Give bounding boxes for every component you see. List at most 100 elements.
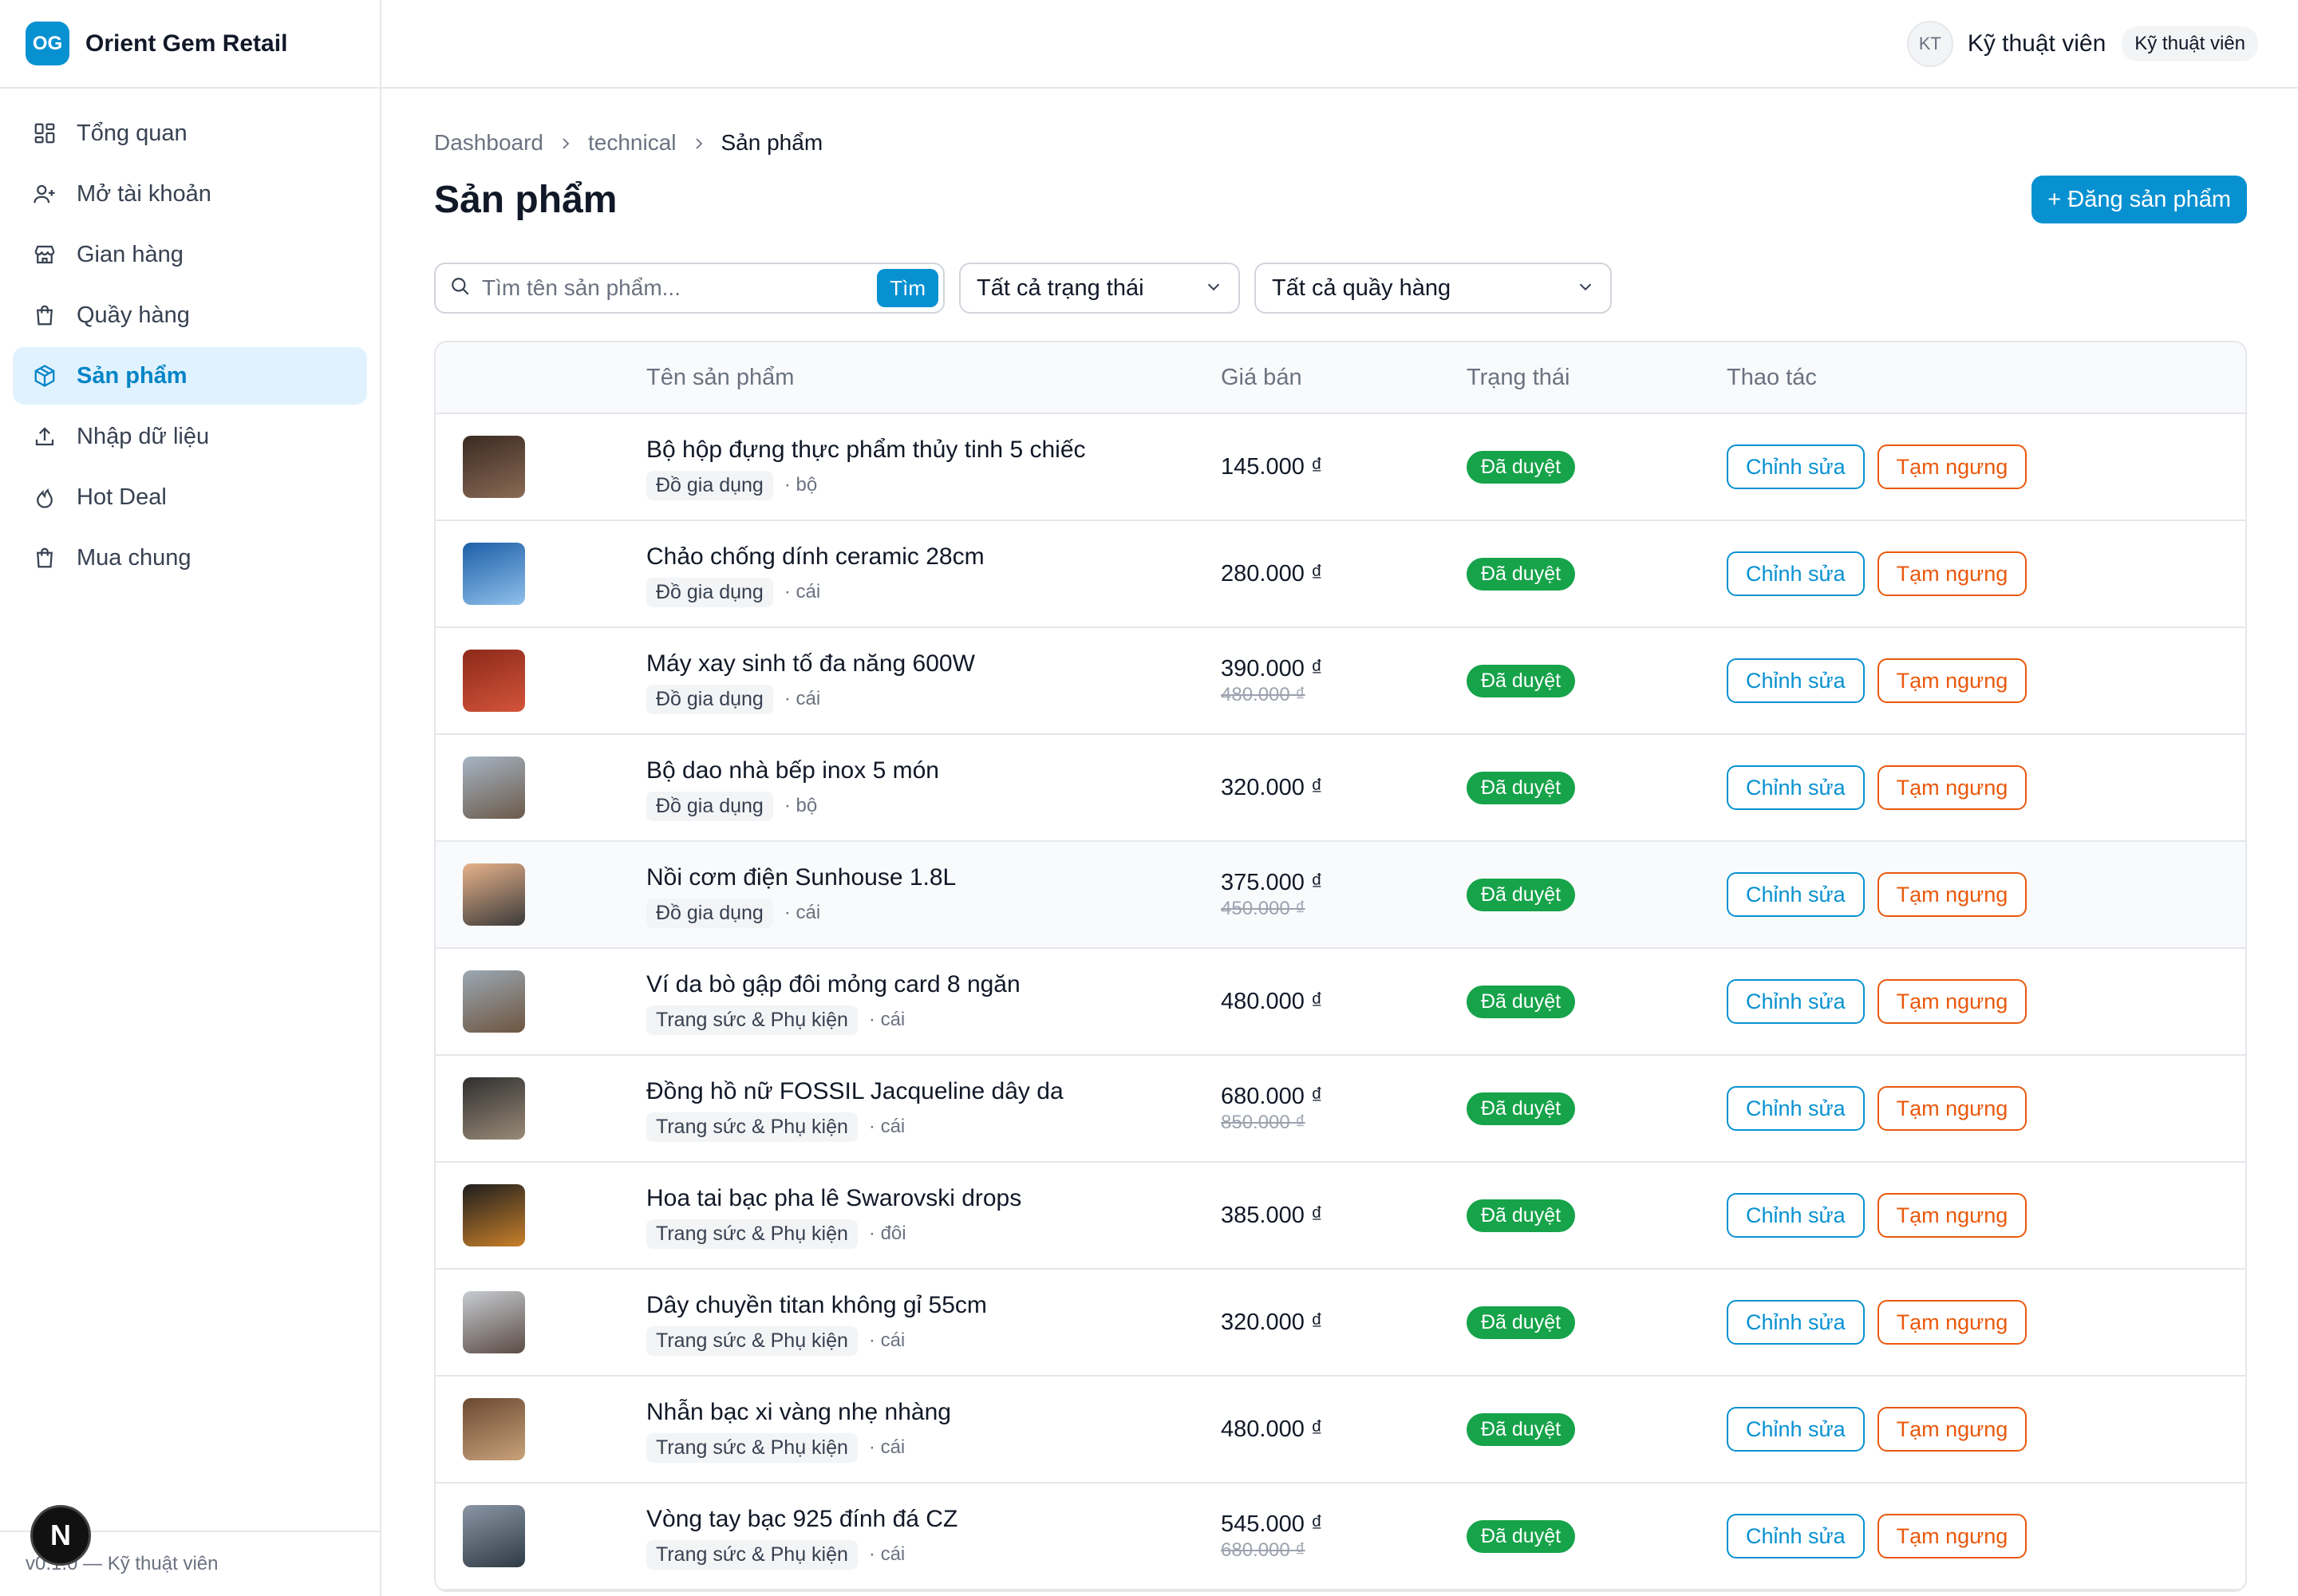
flame-icon: [32, 484, 57, 510]
product-name[interactable]: Nhẫn bạc xi vàng nhẹ nhàng: [646, 1396, 1221, 1428]
edit-button[interactable]: Chỉnh sửa: [1727, 551, 1865, 596]
unit-label: · cái: [784, 581, 821, 602]
edit-button[interactable]: Chỉnh sửa: [1727, 658, 1865, 703]
pause-button[interactable]: Tạm ngưng: [1877, 1407, 2028, 1452]
pause-button[interactable]: Tạm ngưng: [1877, 1086, 2028, 1131]
search-input[interactable]: [482, 275, 878, 301]
product-name[interactable]: Vòng tay bạc 925 đính đá CZ: [646, 1503, 1221, 1535]
edit-button[interactable]: Chỉnh sửa: [1727, 1193, 1865, 1238]
actions-cell: Chỉnh sửa Tạm ngưng: [1727, 1300, 2245, 1345]
pause-button[interactable]: Tạm ngưng: [1877, 872, 2028, 917]
name-cell: Máy xay sinh tố đa năng 600W Đồ gia dụng ·…: [646, 648, 1221, 714]
product-meta: Đồ gia dụng · cái: [646, 898, 1221, 928]
product-thumbnail: [463, 1184, 525, 1246]
sidebar-item-hot-deal[interactable]: Hot Deal: [13, 468, 367, 526]
shopping-bag-icon: [32, 302, 57, 328]
dev-tools-badge[interactable]: N: [30, 1505, 91, 1566]
pause-button[interactable]: Tạm ngưng: [1877, 658, 2028, 703]
status-select[interactable]: Tất cả trạng thái: [959, 263, 1240, 314]
price-cell: 480.000 ₫: [1221, 989, 1467, 1015]
pause-button[interactable]: Tạm ngưng: [1877, 979, 2028, 1024]
sidebar-item-label: Quầy hàng: [77, 302, 190, 328]
product-meta: Đồ gia dụng · bộ: [646, 470, 1221, 500]
sidebar-item-overview[interactable]: Tổng quan: [13, 105, 367, 162]
product-name[interactable]: Đồng hồ nữ FOSSIL Jacqueline dây da: [646, 1076, 1221, 1108]
edit-button[interactable]: Chỉnh sửa: [1727, 979, 1865, 1024]
breadcrumb-current: Sản phẩm: [721, 130, 823, 155]
status-cell: Đã duyệt: [1467, 557, 1727, 591]
actions-cell: Chỉnh sửa Tạm ngưng: [1727, 1086, 2245, 1131]
product-name[interactable]: Bộ hộp đựng thực phẩm thủy tinh 5 chiếc: [646, 434, 1221, 466]
chevron-down-icon: [1205, 275, 1222, 302]
product-name[interactable]: Ví da bò gập đôi mỏng card 8 ngăn: [646, 969, 1221, 1001]
product-name[interactable]: Dây chuyền titan không gỉ 55cm: [646, 1290, 1221, 1321]
breadcrumb-dashboard[interactable]: Dashboard: [434, 130, 543, 156]
thumbnail-cell: [436, 1184, 646, 1246]
table-row: Đồng hồ nữ FOSSIL Jacqueline dây da Trang…: [436, 1056, 2245, 1163]
product-thumbnail: [463, 1077, 525, 1140]
edit-button[interactable]: Chỉnh sửa: [1727, 1300, 1865, 1345]
pause-button[interactable]: Tạm ngưng: [1877, 1193, 2028, 1238]
edit-button[interactable]: Chỉnh sửa: [1727, 765, 1865, 810]
brand[interactable]: OG Orient Gem Retail: [0, 0, 380, 89]
table-row: Bộ hộp đựng thực phẩm thủy tinh 5 chiếc Đ…: [436, 414, 2245, 521]
thumbnail-cell: [436, 436, 646, 498]
brand-name: Orient Gem Retail: [85, 30, 288, 57]
sidebar-item-group-buy[interactable]: Mua chung: [13, 529, 367, 587]
brand-logo: OG: [26, 22, 69, 65]
pause-button[interactable]: Tạm ngưng: [1877, 551, 2028, 596]
table-row: Nhẫn bạc xi vàng nhẹ nhàng Trang sức & Ph…: [436, 1377, 2245, 1483]
product-name[interactable]: Hoa tai bạc pha lê Swarovski drops: [646, 1183, 1221, 1215]
product-name[interactable]: Máy xay sinh tố đa năng 600W: [646, 648, 1221, 680]
unit-label: · cái: [784, 902, 821, 923]
store-icon: [32, 242, 57, 267]
product-name[interactable]: Nồi cơm điện Sunhouse 1.8L: [646, 862, 1221, 894]
pause-button[interactable]: Tạm ngưng: [1877, 444, 2028, 489]
edit-button[interactable]: Chỉnh sửa: [1727, 444, 1865, 489]
top-header: KT Kỹ thuật viên Kỹ thuật viên: [381, 0, 2298, 89]
pause-button[interactable]: Tạm ngưng: [1877, 765, 2028, 810]
role-badge: Kỹ thuật viên: [2122, 26, 2258, 61]
thumbnail-cell: [436, 863, 646, 926]
header-price: Giá bán: [1221, 364, 1302, 390]
edit-button[interactable]: Chỉnh sửa: [1727, 1086, 1865, 1131]
chevron-down-icon: [1577, 275, 1594, 302]
title-row: Sản phẩm + Đăng sản phẩm: [434, 172, 2247, 227]
product-meta: Đồ gia dụng · bộ: [646, 791, 1221, 821]
thumbnail-cell: [436, 1505, 646, 1567]
unit-label: · cái: [868, 1009, 906, 1030]
edit-button[interactable]: Chỉnh sửa: [1727, 872, 1865, 917]
breadcrumb-technical[interactable]: technical: [588, 130, 677, 156]
status-badge: Đã duyệt: [1467, 771, 1576, 804]
edit-button[interactable]: Chỉnh sửa: [1727, 1407, 1865, 1452]
unit-label: · cái: [868, 1543, 906, 1565]
table-row: Vòng tay bạc 925 đính đá CZ Trang sức & P…: [436, 1483, 2245, 1590]
sidebar-item-open-account[interactable]: Mở tài khoản: [13, 165, 367, 223]
product-meta: Trang sức & Phụ kiện · cái: [646, 1112, 1221, 1142]
sidebar-item-products[interactable]: Sản phẩm: [13, 347, 367, 405]
sidebar-item-counters[interactable]: Quầy hàng: [13, 286, 367, 344]
booth-select[interactable]: Tất cả quầy hàng: [1254, 263, 1612, 314]
product-meta: Đồ gia dụng · cái: [646, 684, 1221, 714]
product-meta: Trang sức & Phụ kiện · cái: [646, 1005, 1221, 1035]
category-tag: Đồ gia dụng: [646, 684, 773, 714]
header-name: Tên sản phẩm: [646, 364, 795, 390]
user-plus-icon: [32, 181, 57, 207]
add-product-button[interactable]: + Đăng sản phẩm: [2031, 176, 2247, 223]
status-badge: Đã duyệt: [1467, 878, 1576, 911]
edit-button[interactable]: Chỉnh sửa: [1727, 1514, 1865, 1558]
search-button[interactable]: Tìm: [877, 269, 938, 307]
pause-button[interactable]: Tạm ngưng: [1877, 1514, 2028, 1558]
actions-cell: Chỉnh sửa Tạm ngưng: [1727, 1514, 2245, 1558]
table-row: Ví da bò gập đôi mỏng card 8 ngăn Trang s…: [436, 949, 2245, 1056]
product-name[interactable]: Chảo chống dính ceramic 28cm: [646, 541, 1221, 573]
status-cell: Đã duyệt: [1467, 450, 1727, 484]
product-name[interactable]: Bộ dao nhà bếp inox 5 món: [646, 755, 1221, 787]
avatar[interactable]: KT: [1906, 20, 1953, 67]
status-select-value: Tất cả trạng thái: [977, 275, 1144, 301]
product-thumbnail: [463, 1505, 525, 1567]
pause-button[interactable]: Tạm ngưng: [1877, 1300, 2028, 1345]
sidebar-item-stalls[interactable]: Gian hàng: [13, 226, 367, 283]
price-cell: 545.000 ₫ 680.000 ₫: [1221, 1511, 1467, 1562]
sidebar-item-import-data[interactable]: Nhập dữ liệu: [13, 408, 367, 465]
